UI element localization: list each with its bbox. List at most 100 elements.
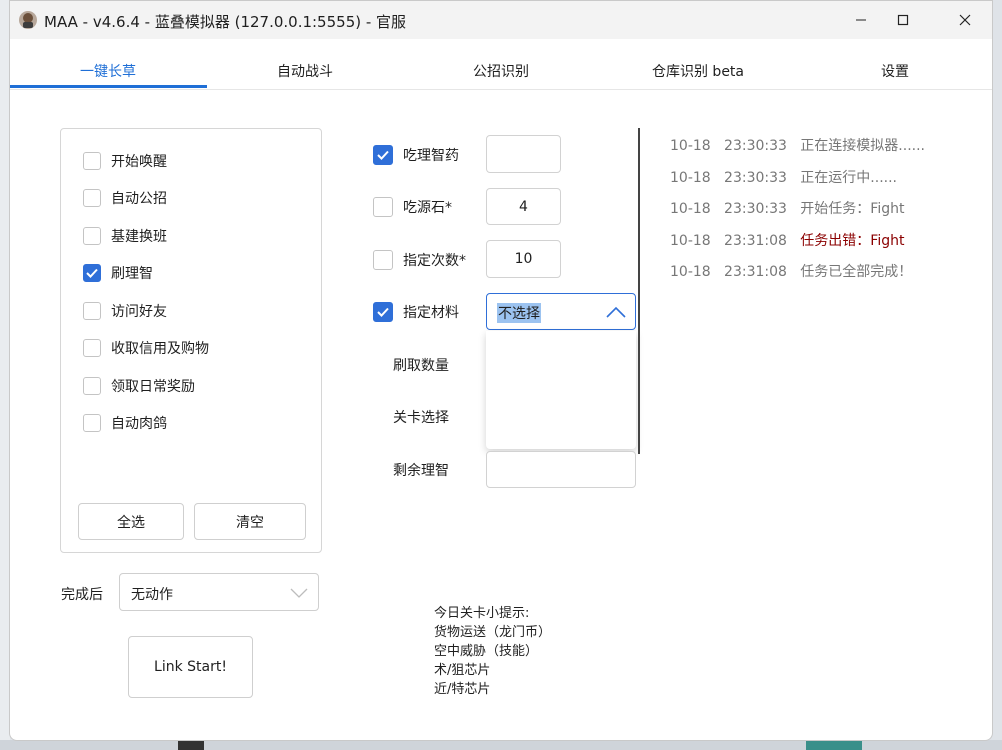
- tips-line: 术/狙芯片: [434, 663, 491, 678]
- close-button[interactable]: [942, 1, 988, 39]
- after-finish-label: 完成后: [61, 587, 103, 603]
- use-medicine-label: 吃理智药: [403, 148, 459, 164]
- stone-count-input[interactable]: 4: [486, 188, 561, 225]
- title-bar[interactable]: MAA - v4.6.4 - 蓝叠模拟器 (127.0.0.1:5555) - …: [10, 1, 992, 39]
- task-item-infrast[interactable]: 基建换班: [83, 226, 167, 246]
- remaining-sanity-label: 剩余理智: [393, 463, 449, 479]
- checkbox[interactable]: [83, 302, 101, 320]
- log-entry: 10-18 23:30:33 开始任务：Fight: [670, 198, 904, 218]
- task-label: 基建换班: [111, 229, 167, 245]
- task-item-mall[interactable]: 收取信用及购物: [83, 338, 209, 358]
- task-label: 访问好友: [111, 304, 167, 320]
- material-label: 指定材料: [403, 305, 459, 321]
- times-label: 指定次数*: [403, 253, 466, 269]
- use-stone-label: 吃源石*: [403, 200, 452, 216]
- material-dropdown-list[interactable]: [486, 331, 636, 449]
- times-option[interactable]: 指定次数*: [373, 250, 466, 270]
- tips-line: 货物运送（龙门币）: [434, 625, 552, 640]
- task-item-roguelike[interactable]: 自动肉鸽: [83, 413, 167, 433]
- minimize-icon: [856, 19, 866, 21]
- checkbox-checked[interactable]: [373, 145, 393, 165]
- checkbox[interactable]: [83, 377, 101, 395]
- tips-line: 空中威胁（技能）: [434, 644, 539, 659]
- log-text: 正在连接模拟器......: [800, 138, 925, 154]
- maximize-button[interactable]: [880, 1, 926, 39]
- tab-one-key[interactable]: 一键长草: [80, 61, 136, 81]
- checkbox[interactable]: [373, 197, 393, 217]
- task-label: 收取信用及购物: [111, 341, 209, 357]
- log-date: 10-18: [670, 264, 711, 280]
- checkbox[interactable]: [83, 339, 101, 357]
- app-window: MAA - v4.6.4 - 蓝叠模拟器 (127.0.0.1:5555) - …: [9, 0, 993, 741]
- tab-auto-battle[interactable]: 自动战斗: [277, 61, 333, 81]
- checkbox[interactable]: [83, 227, 101, 245]
- check-icon: [377, 307, 389, 317]
- close-icon: [959, 14, 971, 26]
- task-item-recruit[interactable]: 自动公招: [83, 188, 167, 208]
- log-entry: 10-18 23:31:08 任务已全部完成！: [670, 261, 912, 281]
- log-text: 任务已全部完成！: [800, 264, 913, 280]
- active-tab-indicator: [10, 85, 207, 88]
- tips-line: 近/特芯片: [434, 682, 491, 697]
- log-time: 23:30:33: [724, 170, 787, 186]
- checkbox[interactable]: [83, 414, 101, 432]
- task-item-award[interactable]: 领取日常奖励: [83, 376, 195, 396]
- log-date: 10-18: [670, 138, 711, 154]
- maximize-icon: [897, 14, 909, 26]
- remaining-sanity-input[interactable]: [486, 451, 636, 488]
- clear-button[interactable]: 清空: [194, 503, 306, 540]
- maa-app-icon: [19, 11, 37, 29]
- log-time: 23:31:08: [724, 264, 787, 280]
- task-item-visit[interactable]: 访问好友: [83, 301, 167, 321]
- check-icon: [377, 150, 389, 160]
- checkbox-checked[interactable]: [83, 264, 101, 282]
- log-text: 正在运行中......: [800, 170, 897, 186]
- use-medicine-option[interactable]: 吃理智药: [373, 145, 459, 165]
- select-all-button[interactable]: 全选: [78, 503, 184, 540]
- log-time: 23:30:33: [724, 201, 787, 217]
- checkbox[interactable]: [83, 152, 101, 170]
- background-taskbar: [0, 740, 1002, 750]
- task-item-fight[interactable]: 刷理智: [83, 263, 153, 283]
- chevron-down-icon: [290, 588, 308, 598]
- log-time: 23:30:33: [724, 138, 787, 154]
- material-selected-value: 不选择: [497, 303, 541, 323]
- tab-recruit[interactable]: 公招识别: [473, 61, 529, 81]
- stage-select-label: 关卡选择: [393, 410, 449, 426]
- after-finish-value: 无动作: [131, 587, 173, 603]
- medicine-count-input[interactable]: [486, 135, 561, 173]
- log-entry: 10-18 23:30:33 正在运行中......: [670, 167, 897, 187]
- log-date: 10-18: [670, 170, 711, 186]
- log-entry: 10-18 23:30:33 正在连接模拟器......: [670, 135, 925, 155]
- vertical-divider: [638, 128, 640, 454]
- task-label: 自动公招: [111, 191, 167, 207]
- background-element: [178, 740, 204, 750]
- checkbox-checked[interactable]: [373, 302, 393, 322]
- task-label: 开始唤醒: [111, 154, 167, 170]
- checkbox[interactable]: [83, 189, 101, 207]
- stage-tips: 今日关卡小提示: 货物运送（龙门币） 空中威胁（技能） 术/狙芯片 近/特芯片: [434, 604, 551, 699]
- log-entry-error: 10-18 23:31:08 任务出错：Fight: [670, 230, 904, 250]
- chevron-up-icon: [606, 306, 626, 318]
- checkbox[interactable]: [373, 250, 393, 270]
- check-icon: [86, 268, 98, 278]
- task-label: 领取日常奖励: [111, 379, 195, 395]
- log-text: 开始任务：Fight: [800, 201, 905, 217]
- log-date: 10-18: [670, 201, 711, 217]
- tab-depot[interactable]: 仓库识别 beta: [652, 61, 744, 81]
- task-label: 刷理智: [111, 266, 153, 282]
- link-start-button[interactable]: Link Start!: [128, 636, 253, 698]
- log-text: 任务出错：Fight: [800, 233, 905, 249]
- use-stone-option[interactable]: 吃源石*: [373, 197, 452, 217]
- material-select[interactable]: 不选择: [486, 293, 636, 330]
- tips-title: 今日关卡小提示:: [434, 606, 530, 621]
- log-date: 10-18: [670, 233, 711, 249]
- minimize-button[interactable]: [838, 1, 884, 39]
- window-title: MAA - v4.6.4 - 蓝叠模拟器 (127.0.0.1:5555) - …: [44, 13, 407, 31]
- task-item-wakeup[interactable]: 开始唤醒: [83, 151, 167, 171]
- tab-bar: 一键长草 自动战斗 公招识别 仓库识别 beta 设置: [10, 39, 992, 90]
- after-finish-select[interactable]: 无动作: [119, 573, 319, 611]
- tab-settings[interactable]: 设置: [881, 61, 909, 81]
- times-count-input[interactable]: 10: [486, 240, 561, 278]
- material-option[interactable]: 指定材料: [373, 302, 459, 322]
